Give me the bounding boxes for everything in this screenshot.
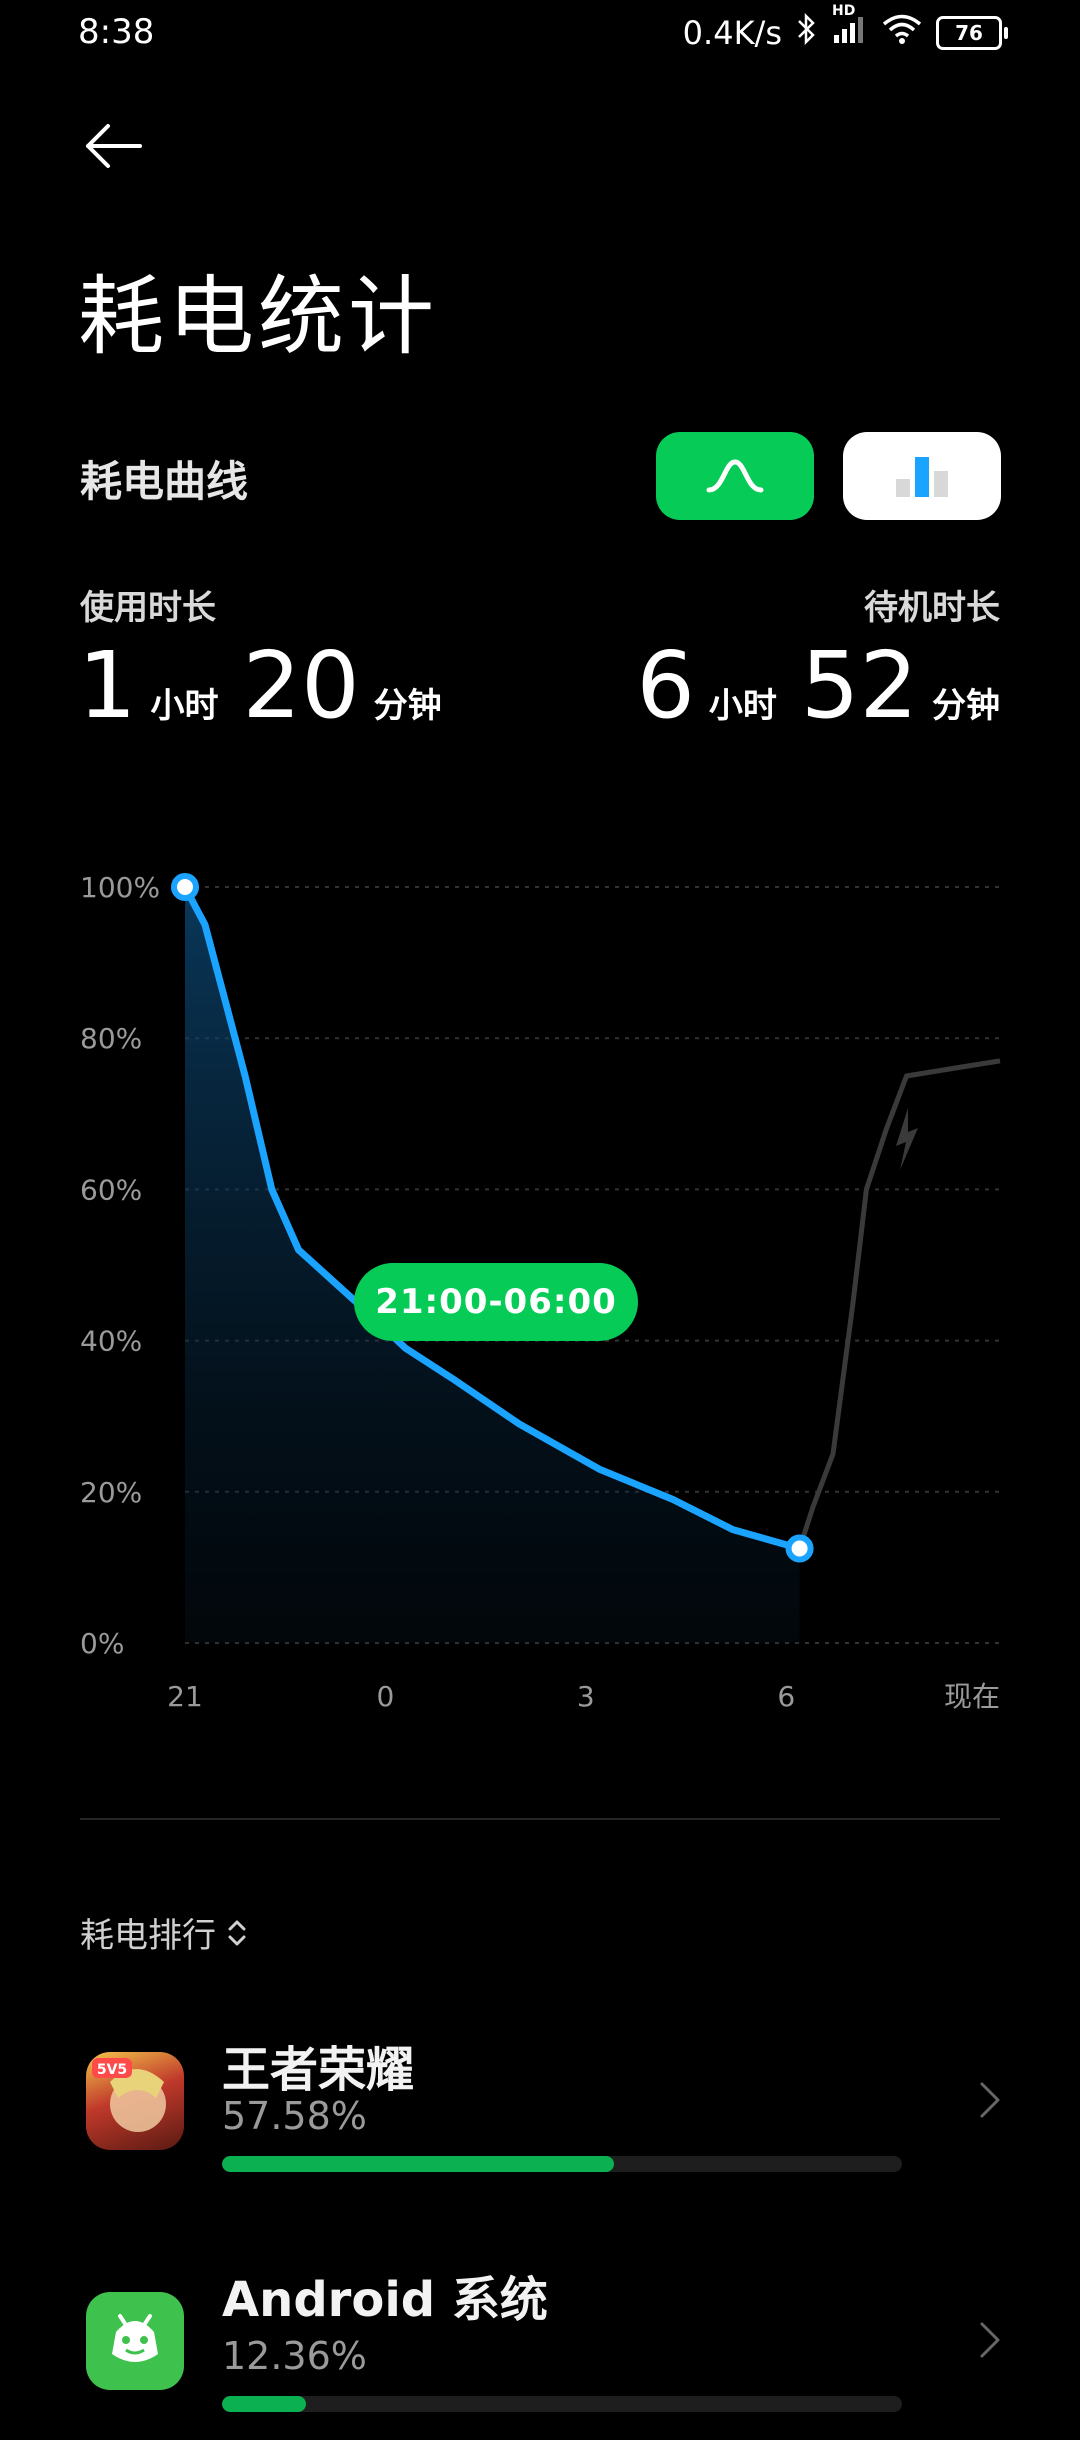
usage-minutes-unit: 分钟 [373,686,442,726]
y-tick-label: 0% [80,1627,124,1660]
x-tick-label: 21 [167,1680,203,1713]
usage-time-label: 使用时长 [80,588,216,628]
section-title: 耗电曲线 [80,457,249,506]
bluetooth-icon [796,12,818,54]
y-tick-label: 20% [80,1476,142,1509]
usage-bar-fill [222,2156,614,2172]
y-tick-label: 80% [80,1022,142,1055]
usage-bar-fill [222,2396,307,2412]
standby-time-label: 待机时长 [864,588,1000,628]
standby-minutes: 52 [800,632,918,739]
app-icon-honor-of-kings: 5V5 [86,2052,184,2150]
range-start-marker[interactable] [171,873,199,901]
usage-hours-unit: 小时 [150,686,219,726]
x-tick-label: 3 [577,1680,595,1713]
usage-time-value: 1 小时 20 分钟 [78,640,442,732]
bar-chart-icon [896,457,948,497]
divider [80,1818,1000,1820]
app-icon-android-system [86,2292,184,2390]
standby-hours: 6 [636,632,695,739]
y-tick-label: 40% [80,1325,142,1358]
svg-text:5V5: 5V5 [97,2062,127,2078]
hd-label: HD [832,3,856,19]
wifi-icon [882,13,922,53]
curve-view-toggle[interactable] [656,432,814,520]
ranking-sort-selector[interactable]: 耗电排行 [80,1908,248,1957]
chevron-right-icon [980,2322,1000,2358]
time-range-pill[interactable]: 21:00-06:00 [354,1263,638,1341]
usage-minutes: 20 [242,632,360,739]
standby-time-value: 6 小时 52 分钟 [636,640,1000,732]
range-end-marker[interactable] [785,1534,814,1563]
chevron-right-icon [980,2082,1000,2118]
standby-minutes-unit: 分钟 [932,686,1000,726]
network-speed: 0.4K/s [682,14,782,52]
x-tick-label: 6 [777,1680,795,1713]
status-icons: 0.4K/s HD 76 [682,3,1008,54]
page-title: 耗电统计 [78,267,438,367]
y-tick-label: 100% [80,871,160,904]
usage-hours: 1 [78,632,137,739]
app-percent: 12.36% [222,2334,367,2378]
curve-icon [706,459,764,493]
usage-bar [222,2156,902,2172]
app-row-android-system[interactable]: Android 系统 12.36% [0,2240,1080,2440]
app-name: 王者荣耀 [222,2042,415,2098]
ranking-label: 耗电排行 [80,1916,216,1956]
standby-hours-unit: 小时 [708,686,777,726]
sort-toggle-icon [228,1920,246,1945]
y-tick-label: 60% [80,1173,142,1206]
bar-view-toggle[interactable] [843,432,1001,520]
usage-bar [222,2396,902,2412]
app-name: Android 系统 [222,2272,548,2328]
x-tick-label: 0 [376,1680,394,1713]
charging-bolt-icon [896,1108,918,1170]
back-arrow-icon [86,124,142,168]
app-percent: 57.58% [222,2094,367,2138]
back-button[interactable] [80,120,152,172]
battery-level: 76 [955,21,983,45]
battery-icon: 76 [936,16,1008,50]
x-tick-label: 现在 [944,1680,1000,1713]
status-time: 8:38 [78,12,155,52]
signal-icon: HD [832,3,868,53]
app-row-honor-of-kings[interactable]: 5V5 王者荣耀 57.58% [0,2000,1080,2200]
